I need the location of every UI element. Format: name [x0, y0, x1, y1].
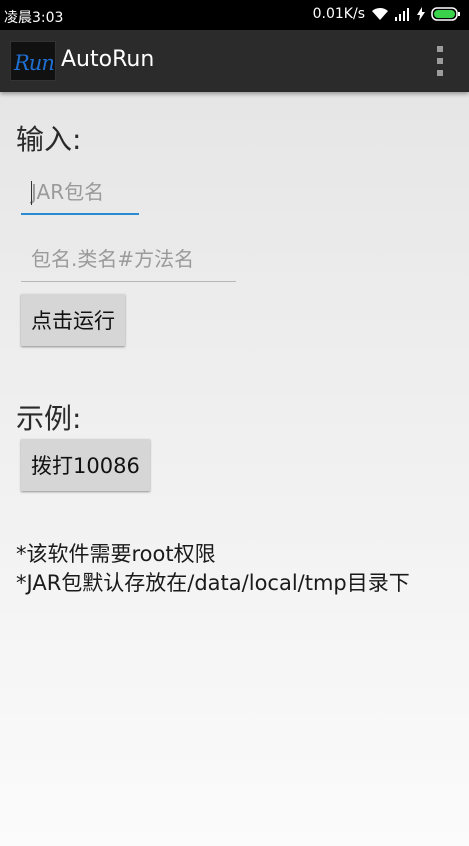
app-bar: Run AutoRun [0, 30, 469, 92]
jar-name-placeholder: JAR包名 [31, 180, 105, 204]
menu-dot [437, 70, 443, 76]
status-bar: 凌晨3:03 0.01K/s [0, 0, 469, 30]
example-label: 示例: [16, 402, 82, 435]
status-icons: 0.01K/s [313, 6, 461, 22]
input-label: 输入: [16, 123, 82, 156]
app-title: AutoRun [61, 47, 155, 72]
jar-name-input[interactable]: JAR包名 [21, 171, 139, 215]
signal-icon [395, 8, 409, 21]
method-input[interactable]: 包名.类名#方法名 [21, 238, 236, 282]
method-placeholder: 包名.类名#方法名 [31, 247, 195, 271]
status-time: 凌晨3:03 [4, 10, 64, 26]
overflow-menu-icon[interactable] [435, 46, 445, 76]
menu-dot [437, 46, 443, 52]
wifi-icon [372, 7, 388, 20]
note-root: *该软件需要root权限 [16, 542, 216, 566]
text-cursor [31, 181, 32, 205]
battery-icon [431, 7, 460, 21]
network-speed: 0.01K/s [312, 6, 365, 22]
run-button[interactable]: 点击运行 [21, 294, 125, 346]
menu-dot [437, 58, 443, 64]
app-logo: Run [10, 41, 56, 81]
note-jar-path: *JAR包默认存放在/data/local/tmp目录下 [16, 571, 410, 595]
charging-icon [417, 7, 425, 21]
app-logo-text: Run [14, 51, 55, 75]
notes: *该软件需要root权限 *JAR包默认存放在/data/local/tmp目录… [16, 540, 446, 598]
dial-button[interactable]: 拨打10086 [21, 439, 150, 491]
